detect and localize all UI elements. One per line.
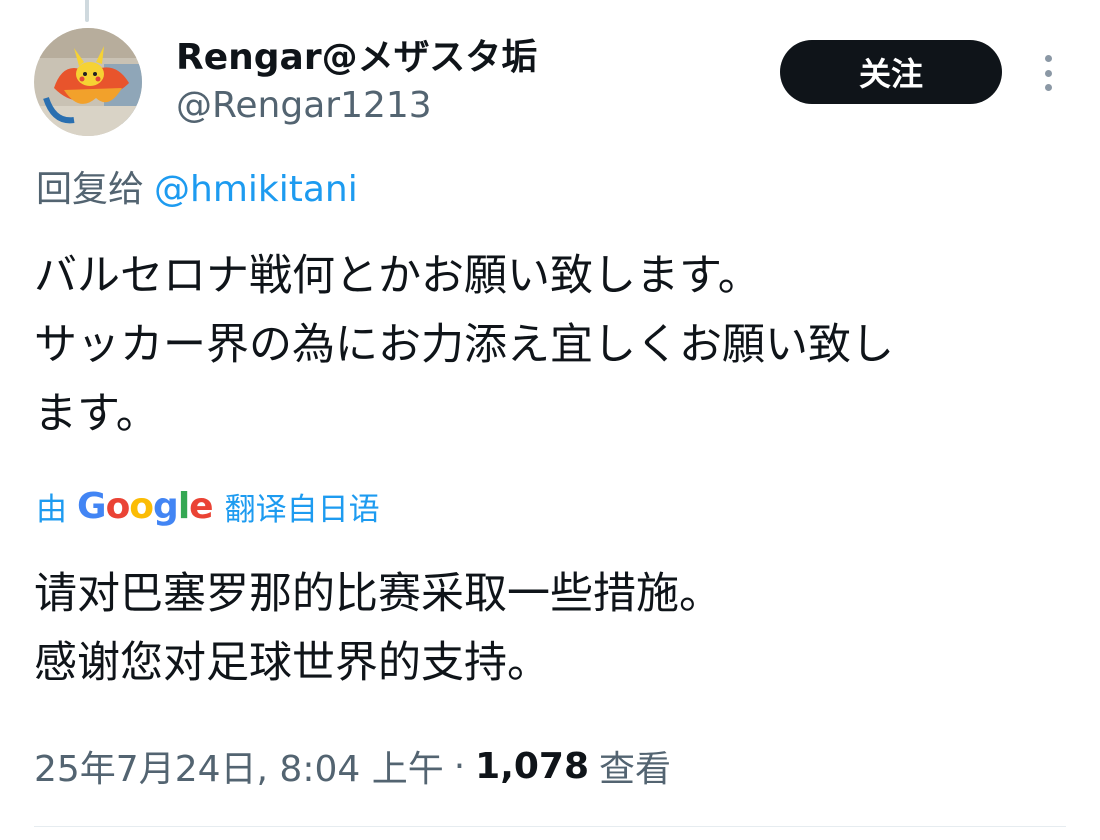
reply-context: 回复给 @hmikitani: [36, 166, 358, 214]
google-logo-letter: g: [153, 485, 179, 527]
google-logo-letter: G: [77, 485, 107, 527]
author-handle[interactable]: @Rengar1213: [176, 84, 432, 128]
thread-connector-line: [85, 0, 89, 22]
tweet-timestamp[interactable]: 25年7月24日, 8:04 上午: [34, 740, 444, 792]
translated-body: 请对巴塞罗那的比赛采取一些措施。 感谢您对足球世界的支持。: [34, 560, 1074, 698]
avatar[interactable]: [34, 28, 142, 136]
tweet-line: ます。: [34, 389, 159, 439]
divider: [34, 826, 1066, 827]
translation-source-label: 翻译自日语: [224, 491, 380, 528]
tweet-line: バルセロナ戦何とかお願い致します。: [34, 251, 761, 301]
more-dot: [1044, 84, 1052, 91]
more-dot: [1044, 69, 1052, 77]
translated-line: 请对巴塞罗那的比赛采取一些措施。: [34, 569, 722, 619]
google-logo-letter: e: [189, 485, 213, 527]
more-dot: [1044, 55, 1052, 62]
reply-mention-link[interactable]: @hmikitani: [154, 169, 358, 210]
tweet-body: バルセロナ戦何とかお願い致します。 サッカー界の為にお力添え宜しくお願い致し ま…: [34, 242, 1074, 449]
google-logo-letter: o: [129, 485, 154, 527]
follow-button[interactable]: 关注: [780, 40, 1002, 104]
meta-separator: ·: [453, 745, 466, 787]
author-display-name[interactable]: Rengar@メザスタ垢: [176, 36, 537, 80]
translation-by-label: 由: [36, 491, 67, 528]
views-count: 1,078: [475, 745, 590, 787]
google-logo: Google: [77, 485, 214, 527]
views-label: 查看: [599, 749, 672, 790]
avatar-image: [34, 28, 142, 136]
more-vertical-icon[interactable]: [1028, 50, 1068, 96]
google-logo-letter: l: [177, 485, 190, 527]
translated-line: 感谢您对足球世界的支持。: [34, 638, 550, 688]
translation-attribution-link[interactable]: 由 Google 翻译自日语: [36, 484, 380, 528]
reply-prefix: 回复给: [36, 169, 145, 210]
tweet-meta: 25年7月24日, 8:04 上午 · 1,078 查看: [34, 740, 672, 792]
tweet-line: サッカー界の為にお力添え宜しくお願い致し: [34, 320, 894, 370]
google-logo-letter: o: [105, 485, 131, 527]
